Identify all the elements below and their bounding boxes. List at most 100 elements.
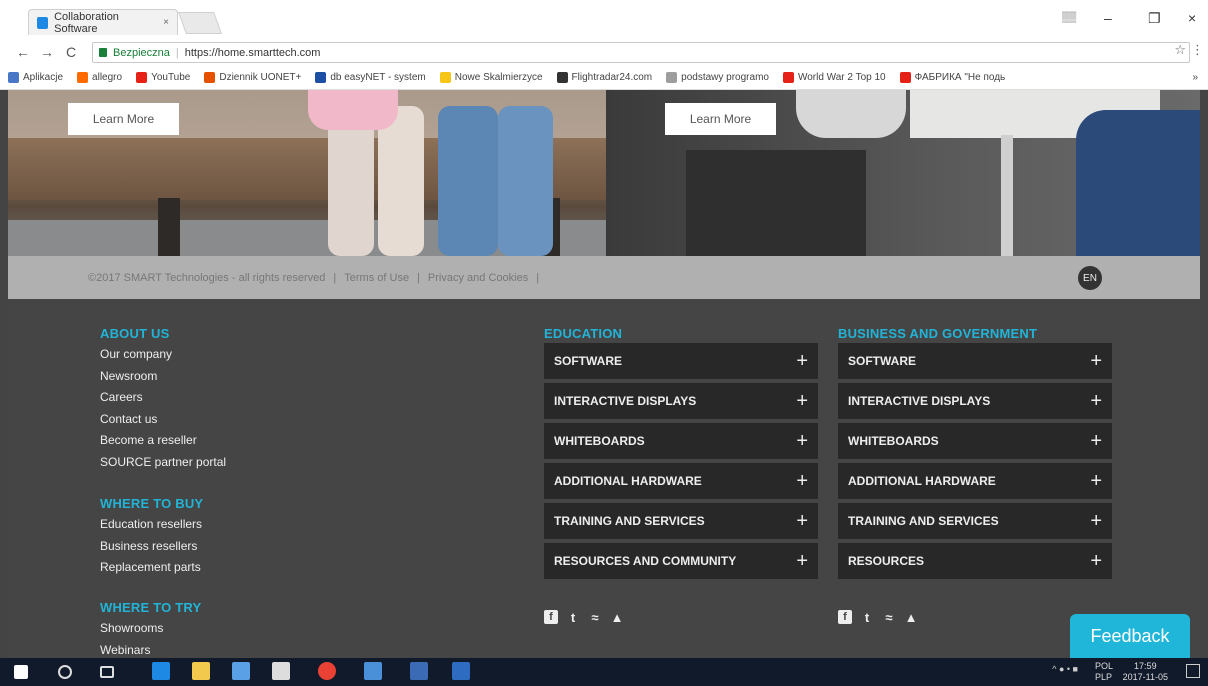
app-icon[interactable] <box>410 662 428 680</box>
clock[interactable]: 17:59 2017-11-05 <box>1123 661 1168 683</box>
learn-more-button-right[interactable]: Learn More <box>665 103 776 135</box>
bookmark-favicon-icon <box>8 72 19 83</box>
try-link[interactable]: Webinars <box>100 643 150 657</box>
bookmarks-overflow-icon[interactable]: » <box>1192 72 1198 83</box>
chrome-icon[interactable] <box>318 662 336 680</box>
child-shirt-shape <box>308 90 398 130</box>
start-button-icon[interactable] <box>14 665 28 679</box>
tab-favicon-icon <box>37 16 49 29</box>
app-icon[interactable] <box>452 662 470 680</box>
tab-close-icon[interactable]: × <box>163 17 169 28</box>
bookmark-item[interactable]: allegro <box>77 72 122 83</box>
buy-link[interactable]: Replacement parts <box>100 560 201 574</box>
business-accordion-item[interactable]: TRAINING AND SERVICES + <box>838 503 1112 539</box>
bookmark-favicon-icon <box>666 72 678 83</box>
new-tab-button[interactable] <box>177 12 223 34</box>
table-leg-shape <box>1001 135 1013 256</box>
business-accordion-item[interactable]: ADDITIONAL HARDWARE + <box>838 463 1112 499</box>
plus-icon: + <box>796 509 808 532</box>
bookmark-item[interactable]: Nowe Skalmierzyce <box>439 72 543 83</box>
url-input[interactable]: Bezpieczna | https://home.smarttech.com <box>92 42 1190 63</box>
twitter-icon[interactable]: t <box>566 610 580 625</box>
close-window-button[interactable]: × <box>1188 10 1196 26</box>
education-accordion-item[interactable]: ADDITIONAL HARDWARE + <box>544 463 818 499</box>
bookmark-favicon-icon <box>899 72 911 83</box>
bookmark-item[interactable]: YouTube <box>136 72 190 83</box>
bookmark-favicon-icon <box>556 72 568 83</box>
rss-icon[interactable]: ≈ <box>588 610 602 625</box>
about-link[interactable]: Contact us <box>100 412 157 426</box>
bookmarks-bar: Aplikacje allegro YouTube Dziennik UONET+ db… <box>0 66 1208 90</box>
about-link[interactable]: Become a reseller <box>100 433 197 447</box>
plus-icon: + <box>796 349 808 372</box>
education-accordion-item[interactable]: RESOURCES AND COMMUNITY + <box>544 543 818 579</box>
profile-badge[interactable]: ▒▒ <box>1062 12 1076 23</box>
language-sub: PLP <box>1094 672 1112 682</box>
education-accordion-item[interactable]: WHITEBOARDS + <box>544 423 818 459</box>
privacy-link[interactable]: Privacy and Cookies <box>428 272 528 284</box>
youtube-icon[interactable]: ▲ <box>904 610 918 625</box>
rss-icon[interactable]: ≈ <box>882 610 896 625</box>
app-icon[interactable] <box>232 662 250 680</box>
twitter-icon[interactable]: t <box>860 610 874 625</box>
browser-menu-icon[interactable]: ⋮ <box>1191 42 1204 58</box>
facebook-icon[interactable]: f <box>544 610 558 624</box>
plus-icon: + <box>1090 549 1102 572</box>
plus-icon: + <box>1090 429 1102 452</box>
edge-icon[interactable] <box>152 662 170 680</box>
business-accordion-item[interactable]: SOFTWARE + <box>838 343 1112 379</box>
facebook-icon[interactable]: f <box>838 610 852 624</box>
business-heading: BUSINESS AND GOVERNMENT <box>838 326 1038 341</box>
bookmark-item[interactable]: World War 2 Top 10 <box>782 72 886 83</box>
search-icon[interactable] <box>58 665 72 679</box>
education-accordion-item[interactable]: TRAINING AND SERVICES + <box>544 503 818 539</box>
language-button[interactable]: EN <box>1078 266 1102 290</box>
system-tray-icons[interactable]: ^ ● • ■ <box>1052 664 1078 674</box>
input-language[interactable]: POL PLP <box>1095 661 1113 683</box>
forward-button[interactable]: → <box>40 44 54 60</box>
notification-center-icon[interactable] <box>1186 664 1200 678</box>
plus-icon: + <box>796 469 808 492</box>
bookmark-item[interactable]: ФАБРИКА "Не подь <box>899 72 1005 83</box>
bookmark-item[interactable]: Flightradar24.com <box>556 72 652 83</box>
back-button[interactable]: ← <box>16 44 30 60</box>
accordion-label: TRAINING AND SERVICES <box>554 514 705 528</box>
bookmark-label: podstawy programo <box>681 72 769 83</box>
bookmark-favicon-icon <box>136 72 148 83</box>
business-accordion-item[interactable]: RESOURCES + <box>838 543 1112 579</box>
learn-more-button-left[interactable]: Learn More <box>68 103 179 135</box>
reload-button[interactable]: C <box>66 44 76 60</box>
browser-tab[interactable]: Collaboration Software × <box>28 9 178 35</box>
bookmark-star-icon[interactable]: ☆ <box>1174 42 1186 58</box>
youtube-icon[interactable]: ▲ <box>610 610 624 625</box>
task-view-icon[interactable] <box>100 666 114 678</box>
buy-link[interactable]: Education resellers <box>100 517 202 531</box>
education-accordion-item[interactable]: INTERACTIVE DISPLAYS + <box>544 383 818 419</box>
about-link[interactable]: Newsroom <box>100 369 157 383</box>
accordion-label: ADDITIONAL HARDWARE <box>848 474 996 488</box>
terms-link[interactable]: Terms of Use <box>344 272 409 284</box>
bookmark-item[interactable]: podstawy programo <box>666 72 769 83</box>
bookmark-item[interactable]: Dziennik UONET+ <box>204 72 301 83</box>
store-icon[interactable] <box>272 662 290 680</box>
accordion-label: RESOURCES <box>848 554 925 568</box>
restore-button[interactable]: ❐ <box>1148 10 1161 27</box>
education-accordion-item[interactable]: SOFTWARE + <box>544 343 818 379</box>
buy-link[interactable]: Business resellers <box>100 539 197 553</box>
business-accordion-item[interactable]: INTERACTIVE DISPLAYS + <box>838 383 1112 419</box>
language-code: POL <box>1094 661 1113 671</box>
about-link[interactable]: Our company <box>100 347 172 361</box>
business-accordion-item[interactable]: WHITEBOARDS + <box>838 423 1112 459</box>
file-explorer-icon[interactable] <box>192 662 210 680</box>
try-link[interactable]: Showrooms <box>100 621 163 635</box>
bookmark-item[interactable]: Aplikacje <box>8 72 63 83</box>
about-link[interactable]: Careers <box>100 390 143 404</box>
accordion-label: SOFTWARE <box>848 354 916 368</box>
about-link[interactable]: SOURCE partner portal <box>100 455 226 469</box>
bookmark-item[interactable]: db easyNET - system <box>315 72 426 83</box>
minimize-button[interactable]: – <box>1104 10 1112 26</box>
feedback-button[interactable]: Feedback <box>1070 614 1190 658</box>
app-icon[interactable] <box>364 662 382 680</box>
clock-time: 17:59 <box>1134 661 1157 671</box>
accordion-label: TRAINING AND SERVICES <box>848 514 999 528</box>
